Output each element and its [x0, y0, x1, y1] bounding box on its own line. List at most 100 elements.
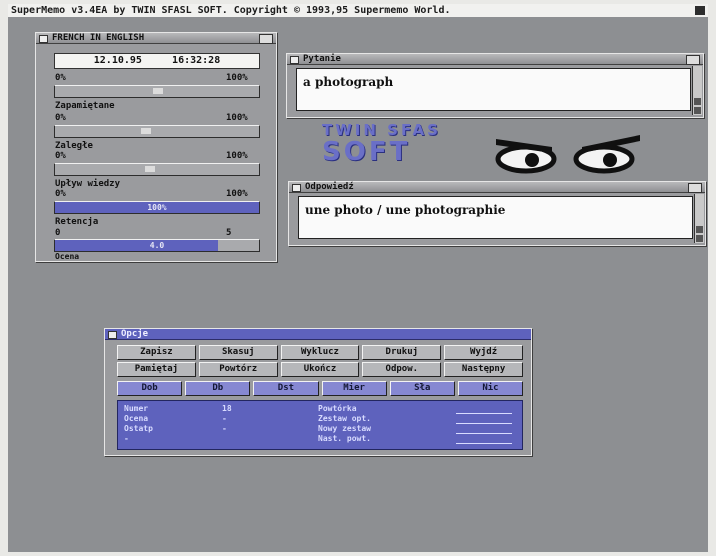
stats-window: FRENCH IN ENGLISH 12.10.95 16:32:28 0% 1… — [35, 32, 277, 262]
row3-label: Upływ wiedzy — [55, 179, 121, 189]
print-button[interactable]: Drukuj — [362, 345, 442, 360]
time-value: 16:32:28 — [172, 55, 221, 66]
question-text-area[interactable]: a photograph — [296, 68, 691, 111]
progress-track-4: 4.0 — [54, 239, 260, 252]
progress-track-1 — [54, 125, 260, 138]
progress-track-2 — [54, 163, 260, 176]
control-window: Opcje Zapisz Skasuj Wyklucz Drukuj Wyjdź… — [104, 328, 532, 456]
finish-button[interactable]: Ukończ — [280, 362, 360, 377]
ocena-label: Ocena — [55, 252, 80, 261]
grade-dob-button[interactable]: Dob — [117, 381, 183, 396]
row4-label: Retencja — [55, 217, 99, 227]
progress-knob — [153, 88, 163, 94]
row3-max: 100% — [226, 189, 248, 199]
row4-min: 0 — [55, 228, 61, 238]
control-window-titlebar[interactable]: Opcje — [105, 329, 531, 340]
question-scrollbar[interactable] — [692, 66, 702, 115]
row1-max: 100% — [226, 113, 248, 123]
info-right-label: Nowy zestaw — [318, 424, 371, 433]
info-label: Ocena — [124, 414, 149, 423]
delete-button[interactable]: Skasuj — [198, 345, 278, 360]
close-icon[interactable] — [290, 56, 299, 64]
grade-dst-button[interactable]: Dst — [253, 381, 319, 396]
row2-label: Zaległe — [55, 141, 93, 151]
grade-button-row: Dob Db Dst Mier Sła Nic — [117, 381, 524, 396]
row0-max: 100% — [226, 73, 248, 83]
answer-text: une photo / une photographie — [305, 203, 506, 217]
question-window-titlebar[interactable]: Pytanie — [287, 54, 703, 65]
info-right-label: Nast. powt. — [318, 434, 371, 443]
info-right-label: Zestaw opt. — [318, 414, 371, 423]
question-text: a photograph — [303, 75, 394, 89]
next-button[interactable]: Następny — [444, 362, 523, 377]
row3-min: 0% — [55, 189, 66, 199]
info-label: - — [124, 434, 129, 443]
progress-value: 4.0 — [149, 241, 165, 250]
row1-label: Zapamiętane — [55, 101, 115, 111]
scroll-up-icon[interactable] — [696, 226, 703, 233]
row4-max: 5 — [226, 228, 232, 238]
progress-knob — [145, 166, 155, 172]
grade-mier-button[interactable]: Mier — [321, 381, 387, 396]
answer-window-title: Odpowiedź — [305, 182, 354, 192]
grade-db-button[interactable]: Db — [185, 381, 251, 396]
button-row-2: Pamiętaj Powtórz Ukończ Odpow. Następny — [117, 362, 523, 377]
scroll-down-icon[interactable] — [694, 107, 701, 114]
exit-button[interactable]: Wyjdź — [444, 345, 523, 360]
screen: SuperMemo v3.4EA by TWIN SFASL SOFT. Cop… — [8, 4, 708, 552]
close-icon[interactable] — [292, 184, 301, 192]
date-value: 12.10.95 — [93, 55, 142, 66]
stats-window-title: FRENCH IN ENGLISH — [52, 33, 145, 43]
grade-sla-button[interactable]: Sła — [389, 381, 455, 396]
twin-sfas-soft-logo: TWIN SFAS SOFT — [322, 122, 482, 184]
stats-window-titlebar[interactable]: FRENCH IN ENGLISH — [36, 33, 276, 44]
info-value: - — [222, 414, 227, 423]
progress-value: 100% — [147, 203, 167, 212]
screen-title: SuperMemo v3.4EA by TWIN SFASL SOFT. Cop… — [11, 5, 451, 16]
scroll-up-icon[interactable] — [694, 98, 701, 105]
answer-scrollbar[interactable] — [694, 194, 704, 243]
info-panel: Numer 18 Ocena - Ostatp - - Powtórka Zes… — [117, 400, 523, 450]
progress-track-0 — [54, 85, 260, 98]
question-window: Pytanie a photograph — [286, 53, 704, 118]
info-value: 18 — [222, 404, 232, 413]
date-time-display: 12.10.95 16:32:28 — [54, 53, 260, 69]
row0-min: 0% — [55, 73, 66, 83]
info-line — [456, 413, 512, 414]
close-icon[interactable] — [39, 35, 48, 43]
eyes-icon — [495, 135, 640, 174]
answer-window: Odpowiedź une photo / une photographie — [288, 181, 706, 246]
button-row-1: Zapisz Skasuj Wyklucz Drukuj Wyjdź — [117, 345, 523, 360]
answer-window-titlebar[interactable]: Odpowiedź — [289, 182, 705, 193]
answer-text-area[interactable]: une photo / une photographie — [298, 196, 693, 239]
screen-titlebar: SuperMemo v3.4EA by TWIN SFASL SOFT. Cop… — [8, 4, 708, 17]
info-line — [456, 443, 512, 444]
info-right-label: Powtórka — [318, 404, 357, 413]
exclude-button[interactable]: Wyklucz — [280, 345, 360, 360]
logo-line1: TWIN SFAS — [322, 121, 441, 139]
screen-depth-button[interactable] — [695, 6, 705, 15]
row2-max: 100% — [226, 151, 248, 161]
row2-min: 0% — [55, 151, 66, 161]
close-icon[interactable] — [108, 331, 117, 339]
info-value: - — [222, 424, 227, 433]
remember-button[interactable]: Pamiętaj — [117, 362, 196, 377]
row1-min: 0% — [55, 113, 66, 123]
info-label: Numer — [124, 404, 149, 413]
scroll-down-icon[interactable] — [696, 235, 703, 242]
info-line — [456, 423, 512, 424]
save-button[interactable]: Zapisz — [117, 345, 196, 360]
progress-knob — [141, 128, 151, 134]
logo-line2: SOFT — [322, 137, 411, 167]
depth-icon[interactable] — [686, 55, 700, 65]
question-window-title: Pytanie — [303, 54, 341, 64]
grade-nic-button[interactable]: Nic — [457, 381, 524, 396]
repeat-button[interactable]: Powtórz — [198, 362, 278, 377]
progress-track-3: 100% — [54, 201, 260, 214]
answer-button[interactable]: Odpow. — [362, 362, 442, 377]
control-window-title: Opcje — [121, 329, 149, 339]
depth-icon[interactable] — [259, 34, 273, 44]
info-label: Ostatp — [124, 424, 153, 433]
depth-icon[interactable] — [688, 183, 702, 193]
info-line — [456, 433, 512, 434]
